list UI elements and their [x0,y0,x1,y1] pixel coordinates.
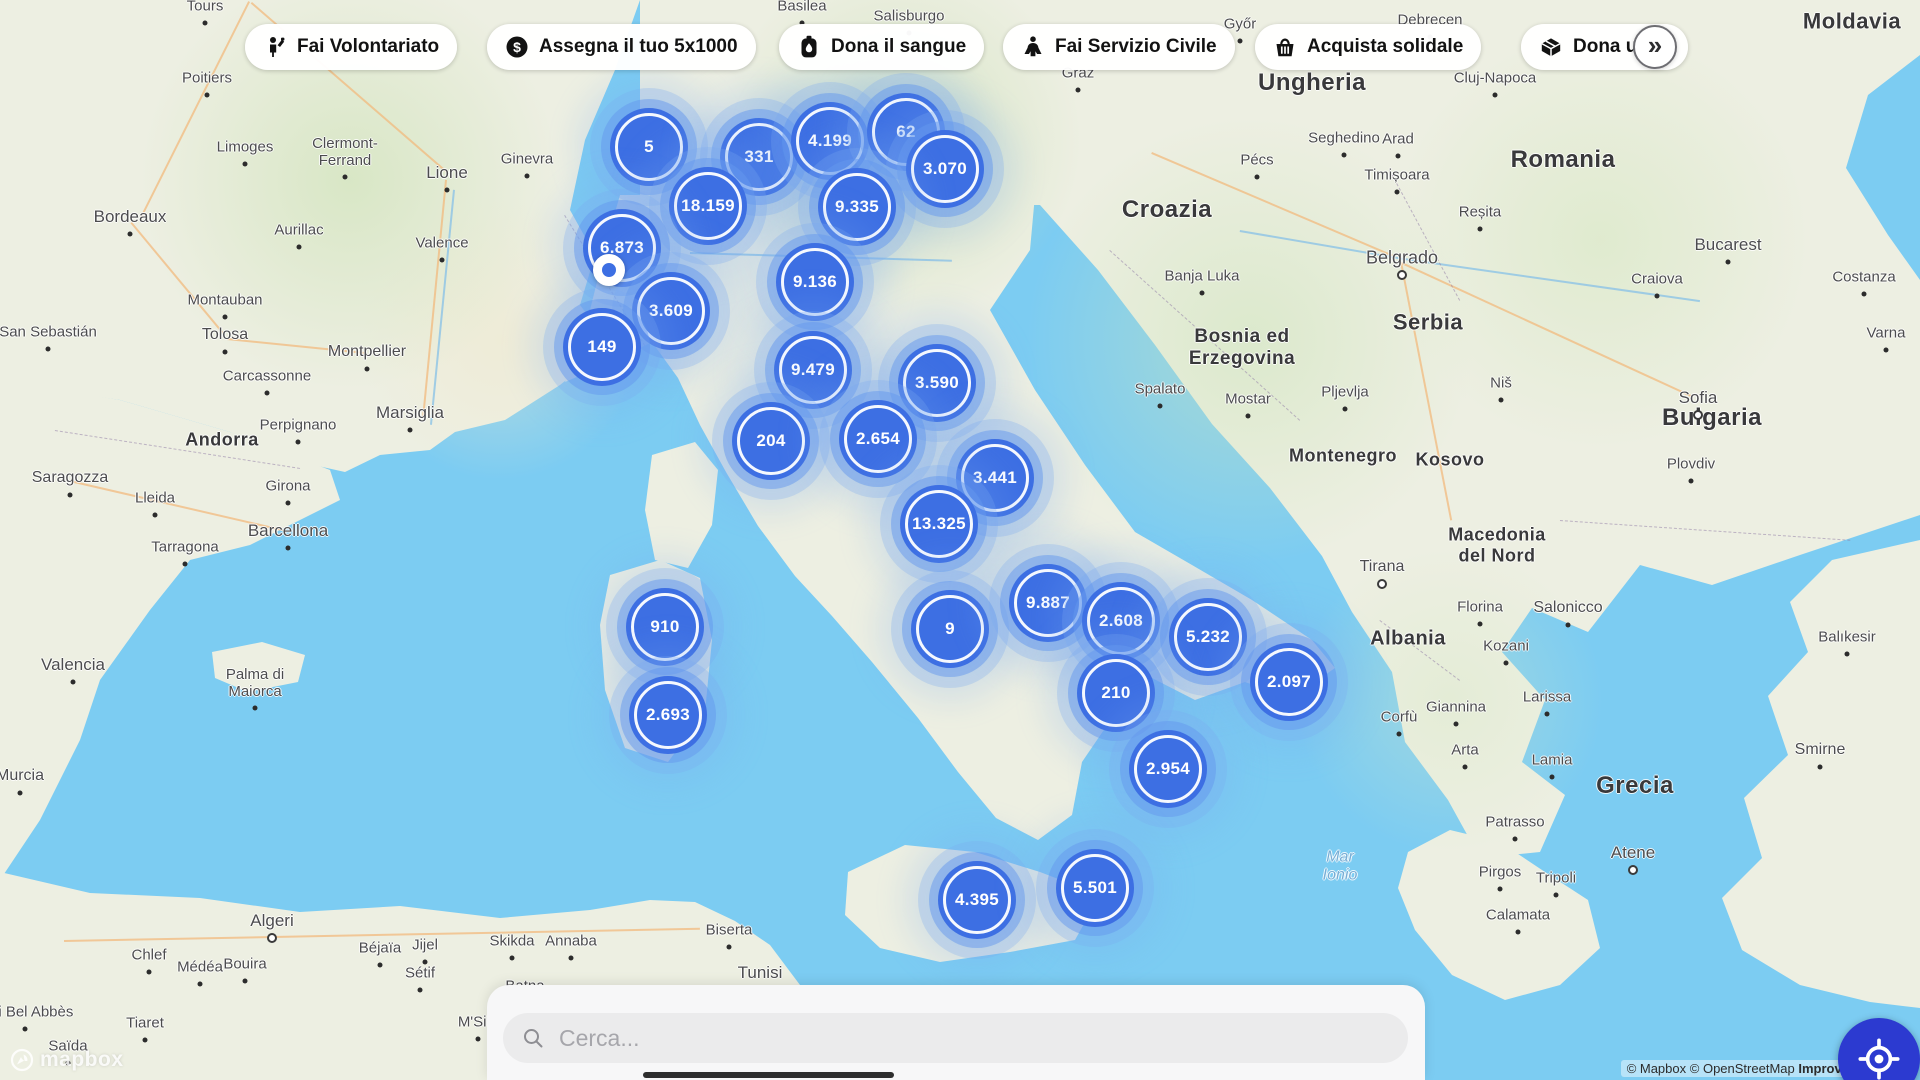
cluster-marker[interactable]: 5 [610,108,688,186]
cluster-count: 149 [587,337,616,357]
mapbox-logo-text: mapbox [40,1048,124,1072]
clusters-layer: 53314.199623.07018.1599.3356.8739.1363.6… [0,0,1920,1080]
cluster-count: 2.954 [1146,759,1190,779]
toolbar-button-5[interactable]: Acquista solidale [1255,24,1481,70]
cluster-count: 2.097 [1267,672,1311,692]
cluster-marker[interactable]: 149 [563,308,641,386]
chevrons-right-icon: » [1648,32,1662,58]
cluster-marker[interactable]: 2.608 [1082,582,1160,660]
search-input[interactable] [557,1024,1390,1053]
cluster-count: 13.325 [912,514,966,534]
cluster-count: 204 [756,431,785,451]
cluster-count: 3.609 [649,301,693,321]
cluster-count: 3.590 [915,373,959,393]
cluster-marker[interactable]: 4.395 [938,861,1016,939]
cluster-marker[interactable]: 2.954 [1129,730,1207,808]
toolbar-more-button[interactable]: » [1633,25,1677,69]
cluster-count: 9 [945,619,955,639]
toolbar-button-2[interactable]: $ Assegna il tuo 5x1000 [487,24,756,70]
toolbar-button-label: Acquista solidale [1307,36,1463,58]
cluster-marker[interactable]: 2.654 [839,400,917,478]
toolbar-button-label: Assegna il tuo 5x1000 [539,36,738,58]
cluster-count: 9.335 [835,197,879,217]
cluster-marker[interactable]: 9.136 [776,243,854,321]
cluster-count: 4.199 [808,131,852,151]
cluster-marker[interactable]: 910 [626,588,704,666]
cluster-marker[interactable]: 210 [1077,654,1155,732]
cluster-marker[interactable]: 9.887 [1009,564,1087,642]
cluster-count: 5.232 [1186,627,1230,647]
toolbar-button-label: Fai Volontariato [297,36,439,58]
search-panel [487,985,1425,1080]
cluster-marker[interactable]: 3.070 [906,130,984,208]
cluster-marker[interactable]: 9.335 [818,168,896,246]
cluster-count: 4.395 [955,890,999,910]
locate-crosshair-icon [1857,1037,1901,1080]
attribution-mapbox-link[interactable]: © Mapbox [1627,1061,1686,1076]
cluster-count: 18.159 [681,196,735,216]
cluster-count: 2.654 [856,429,900,449]
toolbar-button-1[interactable]: Fai Volontariato [245,24,457,70]
cluster-count: 9.136 [793,272,837,292]
cluster-marker[interactable]: 204 [732,402,810,480]
toolbar-button-label: Fai Servizio Civile [1055,36,1217,58]
volunteer-icon [263,35,287,59]
box-icon [1539,35,1563,59]
cluster-marker[interactable]: 5.232 [1169,598,1247,676]
cluster-count: 9.887 [1026,593,1070,613]
toolbar-button-3[interactable]: Dona il sangue [779,24,984,70]
cluster-count: 910 [650,617,679,637]
home-indicator[interactable] [643,1072,894,1078]
cluster-count: 210 [1101,683,1130,703]
search-box[interactable] [503,1013,1408,1063]
cluster-marker[interactable]: 2.097 [1250,643,1328,721]
cluster-marker[interactable]: 3.590 [898,344,976,422]
cluster-marker[interactable]: 5.501 [1056,849,1134,927]
toolbar-button-4[interactable]: Fai Servizio Civile [1003,24,1235,70]
search-icon [521,1026,545,1050]
attribution-osm-link[interactable]: © OpenStreetMap [1690,1061,1795,1076]
basket-icon [1273,35,1297,59]
cluster-marker[interactable]: 13.325 [900,485,978,563]
svg-text:$: $ [513,39,521,55]
cluster-count: 2.693 [646,705,690,725]
map-point-marker[interactable] [593,254,625,286]
cluster-count: 62 [896,122,916,142]
toolbar-button-label: Dona il sangue [831,36,966,58]
person-icon [1021,35,1045,59]
cluster-count: 5 [644,137,654,157]
coin-icon: $ [505,35,529,59]
cluster-count: 2.608 [1099,611,1143,631]
mapbox-logo[interactable]: mapbox [10,1048,124,1072]
mapbox-logo-icon [10,1048,34,1072]
cluster-marker[interactable]: 18.159 [669,167,747,245]
cluster-marker[interactable]: 2.693 [629,676,707,754]
cluster-count: 3.070 [923,159,967,179]
cluster-count: 9.479 [791,360,835,380]
blood-icon [797,35,821,59]
cluster-marker[interactable]: 9 [911,590,989,668]
cluster-marker[interactable]: 9.479 [774,331,852,409]
map-canvas[interactable]: UngheriaRomaniaMoldaviaCroaziaSerbiaBosn… [0,0,1920,1080]
cluster-count: 5.501 [1073,878,1117,898]
cluster-count: 331 [744,147,773,167]
cluster-marker[interactable]: 3.609 [632,272,710,350]
cluster-count: 3.441 [973,468,1017,488]
